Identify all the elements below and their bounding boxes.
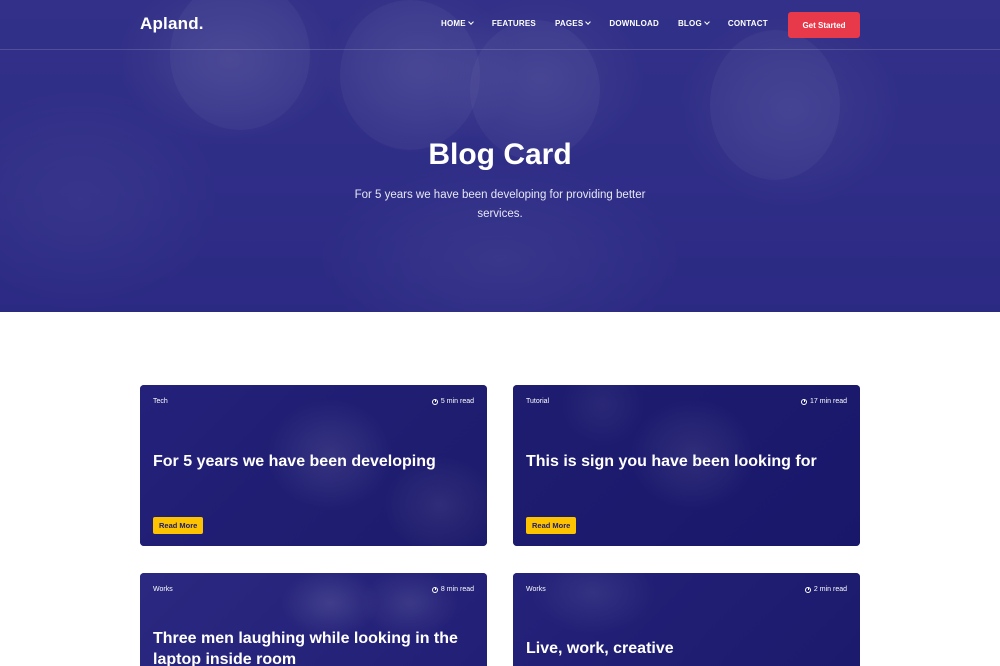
- card-category: Works: [526, 586, 546, 593]
- read-more-button[interactable]: Read More: [153, 517, 204, 534]
- get-started-button[interactable]: Get Started: [788, 12, 860, 38]
- chevron-down-icon: [467, 19, 474, 25]
- blog-card[interactable]: Works 8 min read Three men laughing whil…: [140, 573, 487, 666]
- nav-item-home[interactable]: HOME: [441, 19, 474, 28]
- read-time-text: 17 min read: [810, 398, 847, 405]
- clock-icon: [431, 398, 438, 405]
- page-title: Blog Card: [428, 138, 572, 171]
- nav-item-blog[interactable]: BLOG: [677, 19, 710, 28]
- card-title[interactable]: This is sign you have been looking for: [526, 451, 817, 472]
- card-read-time: 8 min read: [431, 586, 474, 593]
- clock-icon: [431, 586, 438, 593]
- brand-logo[interactable]: Apland.: [140, 14, 204, 34]
- nav-item-label: PAGES: [554, 19, 584, 28]
- card-category: Works: [153, 586, 173, 593]
- page-subtitle: For 5 years we have been developing for …: [354, 189, 646, 220]
- nav-item-label: HOME: [441, 19, 466, 28]
- card-title[interactable]: Three men laughing while looking in the …: [153, 628, 478, 666]
- read-time-text: 5 min read: [440, 398, 474, 405]
- navbar: Apland. HOME FEATURES PAGES DOWNLOAD BLO…: [0, 0, 1000, 50]
- blog-card[interactable]: Tech 5 min read For 5 years we have been…: [140, 385, 487, 546]
- nav-item-label: DOWNLOAD: [609, 19, 659, 28]
- read-time-text: 8 min read: [440, 586, 474, 593]
- card-read-time: 2 min read: [804, 586, 847, 593]
- card-read-time: 17 min read: [801, 398, 847, 405]
- nav-item-features[interactable]: FEATURES: [492, 19, 536, 28]
- hero-section: Apland. HOME FEATURES PAGES DOWNLOAD BLO…: [0, 0, 1000, 312]
- clock-icon: [804, 586, 811, 593]
- nav-item-pages[interactable]: PAGES: [554, 19, 592, 28]
- nav-item-label: CONTACT: [727, 19, 768, 28]
- blog-card[interactable]: Tutorial 17 min read This is sign you ha…: [513, 385, 860, 546]
- chevron-down-icon: [704, 19, 710, 25]
- card-title[interactable]: For 5 years we have been developing: [153, 451, 436, 472]
- chevron-down-icon: [585, 19, 592, 25]
- card-read-time: 5 min read: [431, 398, 474, 405]
- blog-card[interactable]: Works 2 min read Live, work, creative: [513, 573, 860, 666]
- nav-item-contact[interactable]: CONTACT: [728, 19, 768, 28]
- card-category: Tech: [153, 398, 168, 405]
- card-category: Tutorial: [526, 398, 550, 405]
- card-title[interactable]: Live, work, creative: [526, 638, 674, 659]
- nav-item-label: FEATURES: [491, 19, 536, 28]
- clock-icon: [801, 398, 808, 405]
- nav-item-label: BLOG: [677, 19, 702, 28]
- read-more-button[interactable]: Read More: [526, 517, 577, 534]
- main-nav: HOME FEATURES PAGES DOWNLOAD BLOG CONTAC…: [441, 19, 787, 28]
- nav-item-download[interactable]: DOWNLOAD: [609, 19, 659, 28]
- read-time-text: 2 min read: [813, 586, 847, 593]
